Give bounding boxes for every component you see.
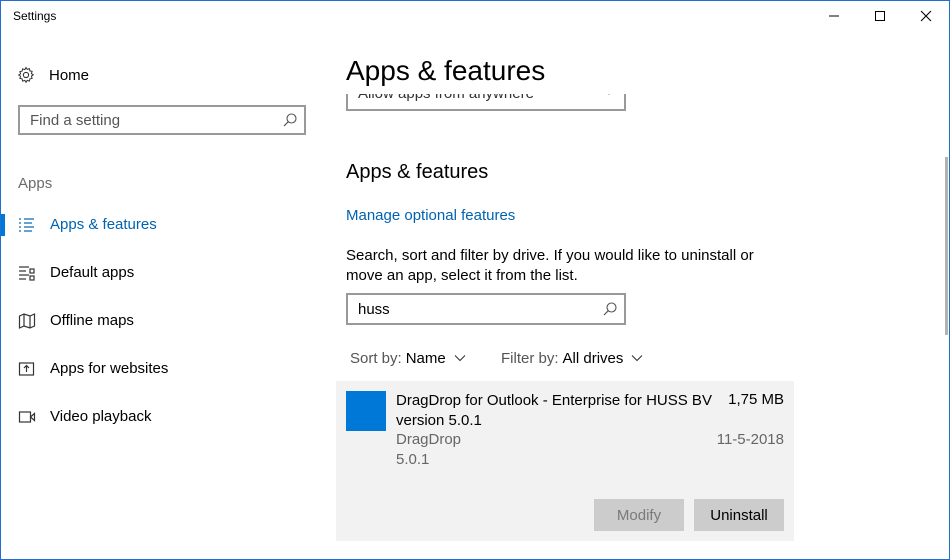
sidebar-item-video-playback[interactable]: Video playback [1, 397, 321, 437]
filter-by-value: All drives [562, 349, 624, 367]
video-icon [18, 411, 36, 423]
app-publisher: DragDrop [396, 431, 462, 448]
app-search-value: huss [358, 301, 390, 318]
sidebar-item-apps-for-websites[interactable]: Apps for websites [1, 349, 321, 389]
app-version: 5.0.1 [396, 451, 430, 468]
sidebar-item-label: Apps & features [50, 216, 157, 233]
open-in-app-icon [18, 362, 35, 376]
search-icon [603, 302, 617, 316]
map-icon [18, 313, 36, 329]
sidebar-item-label: Video playback [50, 408, 152, 425]
app-search-input[interactable]: huss [346, 293, 626, 325]
sidebar-item-apps-features[interactable]: Apps & features [1, 205, 321, 245]
app-install-date: 11-5-2018 [716, 431, 784, 448]
minimize-button[interactable] [811, 1, 857, 31]
manage-optional-features-link[interactable]: Manage optional features [346, 207, 515, 224]
sort-by-label: Sort by: [350, 349, 402, 367]
gear-icon [17, 66, 35, 84]
app-name: DragDrop for Outlook - Enterprise for HU… [396, 392, 712, 429]
section-title: Apps & features [346, 161, 489, 183]
sidebar-item-label: Default apps [50, 264, 135, 281]
minimize-icon [829, 15, 839, 17]
uninstall-button[interactable]: Uninstall [694, 499, 784, 531]
scrollbar-thumb[interactable] [945, 157, 948, 335]
app-list-item[interactable]: DragDrop for Outlook - Enterprise for HU… [336, 381, 794, 541]
chevron-down-icon [631, 355, 643, 362]
sort-by-dropdown[interactable]: Sort by: Name [350, 348, 466, 368]
sort-by-value: Name [405, 349, 446, 367]
maximize-button[interactable] [857, 1, 903, 31]
chevron-down-icon [454, 355, 466, 362]
main-content: Allow apps from anywhere Apps & features… [321, 31, 949, 559]
list-icon [19, 218, 34, 232]
settings-window: Settings Home Find a setting Apps Apps &… [0, 0, 950, 560]
section-label-apps: Apps [18, 175, 53, 192]
app-size: 1,75 MB [728, 391, 784, 408]
settings-search-input[interactable]: Find a setting [18, 105, 306, 135]
page-title: Apps & features [346, 55, 546, 86]
home-label: Home [49, 66, 90, 84]
window-title: Settings [13, 9, 57, 23]
sidebar-item-offline-maps[interactable]: Offline maps [1, 301, 321, 341]
home-nav[interactable]: Home [17, 63, 89, 87]
app-icon [346, 391, 386, 431]
sidebar: Home Find a setting Apps Apps & features [1, 31, 321, 559]
close-button[interactable] [903, 1, 949, 31]
filter-by-label: Filter by: [501, 349, 559, 367]
page-header: Apps & features [321, 31, 921, 94]
search-placeholder: Find a setting [30, 112, 121, 129]
filter-by-dropdown[interactable]: Filter by: All drives [501, 348, 643, 368]
active-indicator [1, 214, 5, 236]
default-apps-icon [19, 266, 35, 281]
modify-button[interactable]: Modify [594, 499, 684, 531]
close-icon [920, 10, 932, 22]
sidebar-item-label: Apps for websites [50, 360, 169, 377]
search-icon [283, 113, 297, 127]
sidebar-item-default-apps[interactable]: Default apps [1, 253, 321, 293]
sidebar-item-label: Offline maps [50, 312, 134, 329]
maximize-icon [875, 11, 885, 21]
description-text: Search, sort and filter by drive. If you… [346, 247, 754, 284]
title-bar: Settings [1, 1, 949, 31]
